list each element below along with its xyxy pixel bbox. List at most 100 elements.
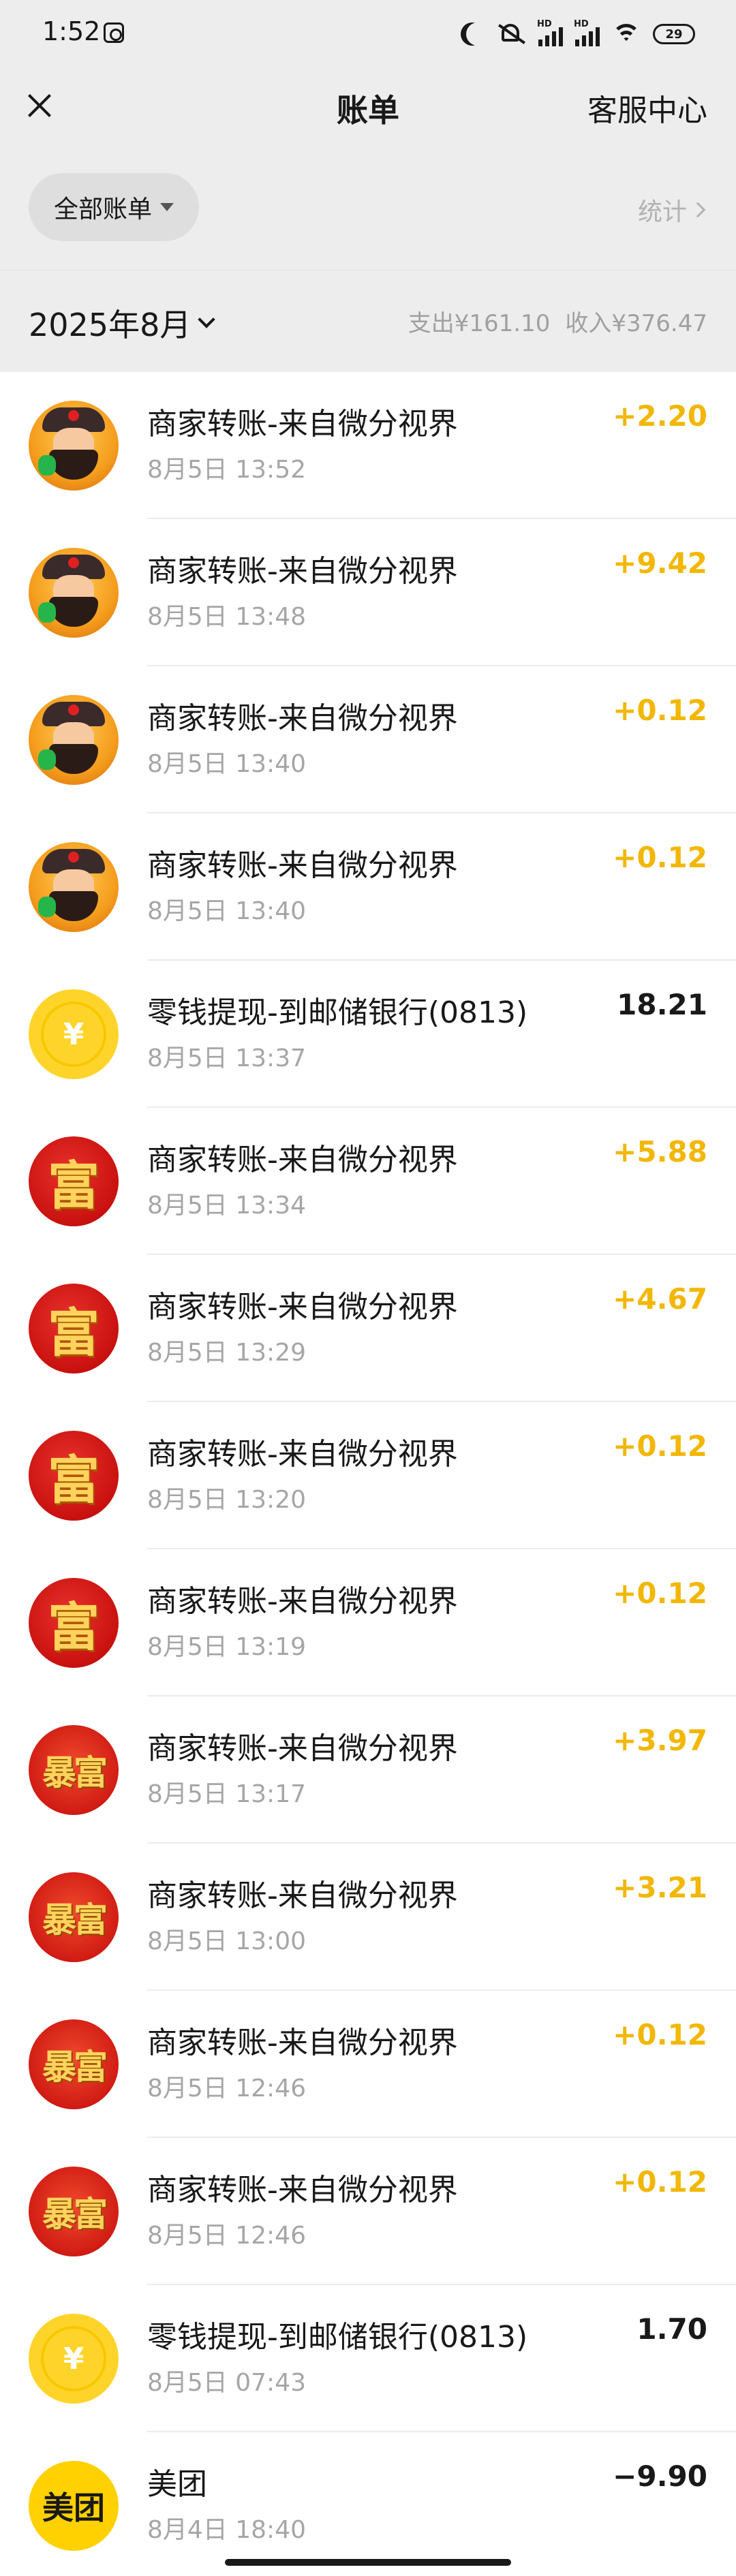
meituan-logo-icon: 美团 bbox=[29, 2461, 119, 2551]
transaction-amount: +3.97 bbox=[613, 1724, 707, 1757]
signal-icon: HD bbox=[537, 19, 563, 46]
baofu-character-icon: 暴富 bbox=[29, 1725, 119, 1815]
transaction-time: 8月5日 07:43 bbox=[147, 2369, 306, 2397]
transaction-amount: +4.67 bbox=[613, 1282, 707, 1316]
yuan-coin-icon: ¥ bbox=[29, 989, 119, 1079]
transaction-list: 商家转账-来自微分视界 8月5日 13:52 +2.20 商家转账-来自微分视界 8月5… bbox=[0, 372, 736, 2576]
transaction-title: 商家转账-来自微分视界 bbox=[147, 1584, 458, 1619]
transaction-row[interactable]: 暴富 商家转账-来自微分视界 8月5日 13:17 +3.97 bbox=[0, 1696, 736, 1844]
transaction-title: 商家转账-来自微分视界 bbox=[147, 407, 458, 441]
transaction-time: 8月5日 13:40 bbox=[147, 897, 306, 925]
transaction-time: 8月5日 13:40 bbox=[147, 750, 306, 778]
do-not-disturb-icon bbox=[466, 22, 489, 46]
yuan-coin-icon: ¥ bbox=[29, 2314, 119, 2404]
transaction-row[interactable]: 商家转账-来自微分视界 8月5日 13:48 +9.42 bbox=[0, 519, 736, 666]
transaction-row[interactable]: 富商家转账-来自微分视界 8月5日 13:19 +0.12 bbox=[0, 1549, 736, 1696]
transaction-time: 8月5日 13:48 bbox=[147, 603, 306, 631]
transaction-time: 8月5日 12:46 bbox=[147, 2075, 306, 2102]
transaction-time: 8月5日 13:00 bbox=[147, 1927, 306, 1955]
fu-character-icon: 富 bbox=[29, 1578, 119, 1668]
month-summary: 支出¥161.10 收入¥376.47 bbox=[408, 305, 707, 338]
chevron-right-icon bbox=[690, 202, 706, 218]
expense-total: 支出¥161.10 bbox=[408, 310, 551, 337]
transaction-title: 商家转账-来自微分视界 bbox=[147, 1878, 458, 1913]
fu-character-icon: 富 bbox=[29, 1431, 119, 1521]
statistics-link[interactable]: 统计 bbox=[637, 192, 706, 228]
battery-icon: 29 bbox=[653, 24, 695, 44]
transaction-time: 8月5日 13:17 bbox=[147, 1780, 306, 1808]
transaction-title: 商家转账-来自微分视界 bbox=[147, 1731, 458, 1766]
transaction-title: 零钱提现-到邮储银行(0813) bbox=[147, 2320, 528, 2355]
filter-bar: 全部账单 统计 bbox=[0, 143, 736, 270]
chevron-down-icon bbox=[198, 311, 216, 328]
transaction-row[interactable]: 暴富 商家转账-来自微分视界 8月5日 13:00 +3.21 bbox=[0, 1844, 736, 1991]
baofu-character-icon: 暴富 bbox=[29, 1872, 119, 1962]
transaction-amount: +0.12 bbox=[613, 1577, 707, 1610]
income-total: 收入¥376.47 bbox=[565, 310, 707, 337]
transaction-time: 8月5日 12:46 bbox=[147, 2222, 306, 2250]
transaction-title: 商家转账-来自微分视界 bbox=[147, 554, 458, 589]
transaction-title: 商家转账-来自微分视界 bbox=[147, 701, 458, 736]
transaction-title: 美团 bbox=[147, 2467, 207, 2502]
transaction-amount: +0.12 bbox=[613, 2165, 707, 2199]
mute-icon bbox=[496, 22, 526, 46]
transaction-title: 商家转账-来自微分视界 bbox=[147, 848, 458, 883]
transaction-amount: +5.88 bbox=[613, 1135, 707, 1168]
transaction-row[interactable]: 暴富 商家转账-来自微分视界 8月5日 12:46 +0.12 bbox=[0, 1991, 736, 2138]
transaction-amount: 18.21 bbox=[617, 988, 707, 1021]
fu-character-icon: 富 bbox=[29, 1136, 119, 1226]
transaction-amount: +0.12 bbox=[613, 841, 707, 874]
wealth-god-avatar-icon bbox=[29, 548, 119, 638]
transaction-amount: +9.42 bbox=[613, 546, 707, 580]
transaction-title: 商家转账-来自微分视界 bbox=[147, 2173, 458, 2207]
transaction-title: 商家转账-来自微分视界 bbox=[147, 1437, 458, 1472]
all-bills-filter-button[interactable]: 全部账单 bbox=[29, 173, 199, 241]
transaction-time: 8月5日 13:34 bbox=[147, 1192, 306, 1220]
nav-bar: 账单 客服中心 bbox=[0, 68, 736, 143]
transaction-time: 8月5日 13:37 bbox=[147, 1044, 306, 1072]
month-header: 2025年8月 支出¥161.10 收入¥376.47 bbox=[0, 270, 736, 372]
month-label: 2025年8月 bbox=[29, 307, 191, 343]
transaction-row[interactable]: 商家转账-来自微分视界 8月5日 13:40 +0.12 bbox=[0, 813, 736, 961]
signal-icon-2: HD bbox=[574, 19, 600, 46]
transaction-row[interactable]: 富商家转账-来自微分视界 8月5日 13:34 +5.88 bbox=[0, 1108, 736, 1255]
transaction-row[interactable]: 暴富 商家转账-来自微分视界 8月5日 12:46 +0.12 bbox=[0, 2138, 736, 2285]
transaction-time: 8月5日 13:19 bbox=[147, 1633, 306, 1661]
status-time: 1:52 bbox=[42, 16, 101, 46]
transaction-title: 商家转账-来自微分视界 bbox=[147, 1143, 458, 1177]
month-selector[interactable]: 2025年8月 bbox=[29, 300, 216, 345]
wealth-god-avatar-icon bbox=[29, 842, 119, 932]
transaction-title: 商家转账-来自微分视界 bbox=[147, 2026, 458, 2060]
customer-service-link[interactable]: 客服中心 bbox=[587, 86, 707, 129]
wifi-icon bbox=[612, 22, 641, 46]
transaction-time: 8月5日 13:29 bbox=[147, 1339, 306, 1367]
status-icons: HD HD 29 bbox=[461, 18, 695, 50]
transaction-amount: +0.12 bbox=[613, 694, 707, 727]
transaction-time: 8月5日 13:52 bbox=[147, 456, 306, 484]
transaction-row[interactable]: 商家转账-来自微分视界 8月5日 13:40 +0.12 bbox=[0, 666, 736, 813]
transaction-title: 零钱提现-到邮储银行(0813) bbox=[147, 995, 528, 1030]
statistics-label: 统计 bbox=[637, 198, 687, 226]
transaction-amount: −9.90 bbox=[613, 2459, 707, 2493]
transaction-amount: 1.70 bbox=[637, 2312, 707, 2346]
home-indicator[interactable] bbox=[225, 2559, 511, 2566]
baofu-character-icon: 暴富 bbox=[29, 2019, 119, 2109]
transaction-row[interactable]: ¥ 零钱提现-到邮储银行(0813) 8月5日 07:43 1.70 bbox=[0, 2285, 736, 2432]
filter-label: 全部账单 bbox=[53, 196, 152, 223]
transaction-time: 8月5日 13:20 bbox=[147, 1486, 306, 1514]
transaction-amount: +0.12 bbox=[613, 2018, 707, 2051]
status-bar: 1:52 HD HD 29 bbox=[0, 0, 736, 68]
transaction-row[interactable]: 富商家转账-来自微分视界 8月5日 13:29 +4.67 bbox=[0, 1255, 736, 1402]
wealth-god-avatar-icon bbox=[29, 695, 119, 785]
notification-app-icon bbox=[104, 22, 124, 43]
caret-down-icon bbox=[160, 203, 174, 211]
transaction-time: 8月4日 18:40 bbox=[147, 2516, 306, 2544]
transaction-title: 商家转账-来自微分视界 bbox=[147, 1290, 458, 1324]
transaction-row[interactable]: 商家转账-来自微分视界 8月5日 13:52 +2.20 bbox=[0, 372, 736, 519]
transaction-row[interactable]: 美团 美团 8月4日 18:40 −9.90 bbox=[0, 2432, 736, 2576]
transaction-amount: +3.21 bbox=[613, 1871, 707, 1904]
transaction-row[interactable]: ¥ 零钱提现-到邮储银行(0813) 8月5日 13:37 18.21 bbox=[0, 961, 736, 1108]
transaction-amount: +2.20 bbox=[613, 399, 707, 433]
baofu-character-icon: 暴富 bbox=[29, 2167, 119, 2256]
transaction-row[interactable]: 富商家转账-来自微分视界 8月5日 13:20 +0.12 bbox=[0, 1402, 736, 1549]
